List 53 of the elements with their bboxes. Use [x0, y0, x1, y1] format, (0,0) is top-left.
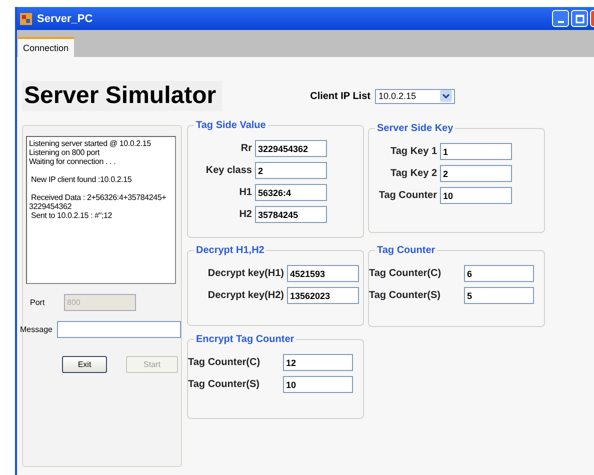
field-label: Message [20, 325, 54, 334]
text-field[interactable]: 2 [255, 162, 327, 179]
maximize-button[interactable] [571, 10, 588, 27]
text-field[interactable]: 56326:4 [255, 184, 327, 201]
action-button[interactable]: Exit [62, 356, 107, 373]
field-label: Rr [240, 143, 252, 154]
field-label: H1 [238, 187, 252, 198]
tab[interactable]: Connection [18, 37, 74, 57]
log-line: Listening on 800 port [29, 148, 101, 157]
maximize-icon [574, 14, 584, 24]
group-title: Tag Side Value [194, 120, 268, 132]
text-field[interactable]: 6 [464, 265, 534, 282]
field-label: Tag Counter(C) [188, 357, 262, 368]
text-field[interactable]: 1 [440, 143, 512, 160]
minimize-button[interactable] [552, 10, 569, 27]
field-label: Port [30, 298, 46, 307]
field-label: Tag Key 1 [390, 146, 437, 157]
text-field[interactable]: 10 [283, 376, 353, 393]
text-field[interactable]: 13562023 [287, 287, 359, 304]
text-field[interactable]: 3229454362 [255, 140, 327, 157]
field-label: Tag Counter(C) [369, 268, 442, 279]
client-ip-dropdown[interactable]: 10.0.2.15 [375, 88, 456, 104]
group-title: Encrypt Tag Counter [194, 334, 296, 346]
text-field[interactable]: 2 [440, 165, 512, 182]
field-label: Tag Counter [378, 190, 437, 201]
text-field[interactable]: 35784245 [255, 206, 327, 223]
log-line: 3229454362 [29, 202, 72, 211]
text-field[interactable]: 4521593 [287, 265, 359, 282]
log-line: Sent to 10.0.2.15 : #";12 [30, 211, 114, 220]
heading: Server Simulator [22, 81, 222, 111]
group-title: Tag Counter [375, 245, 438, 257]
log-line: Listening server started @ 10.0.2.15 [29, 139, 152, 148]
message-field[interactable] [57, 321, 181, 338]
log-line: Received Data : 2+56326:4+35784245+ [30, 193, 168, 202]
text-field[interactable]: 12 [283, 354, 353, 371]
caret-icon [440, 90, 452, 102]
group-title: Server Side Key [375, 123, 456, 135]
log-line: Waiting for connection . . . [29, 157, 117, 166]
field-label: Decrypt key(H2) [206, 290, 284, 301]
log-line: New IP client found :10.0.2.15 [30, 175, 133, 184]
field-label: Tag Key 2 [390, 168, 437, 179]
field-label: H2 [238, 209, 252, 220]
app-icon [20, 12, 32, 24]
field-label: Key class [204, 165, 252, 176]
window-title: Server_PC [37, 12, 93, 24]
field-label: Decrypt key(H1) [206, 268, 284, 279]
field-label: Client IP List [310, 90, 370, 102]
minimize-icon [558, 20, 564, 22]
field-label: Tag Counter(S) [188, 379, 260, 390]
field-label: Tag Counter(S) [369, 290, 442, 301]
text-field[interactable]: 10 [440, 187, 512, 204]
text-field[interactable]: 5 [464, 287, 534, 304]
group-title: Decrypt H1,H2 [194, 245, 266, 257]
